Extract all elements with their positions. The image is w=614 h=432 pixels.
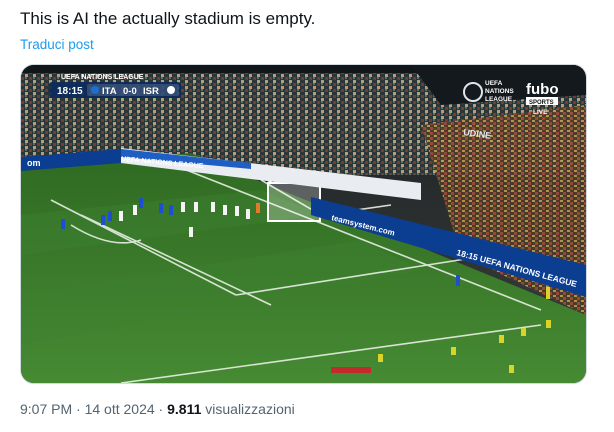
- views-count: 9.811: [167, 401, 202, 417]
- svg-text:LEAGUE: LEAGUE: [485, 96, 513, 103]
- svg-text:om: om: [27, 158, 41, 168]
- svg-text:18:15: 18:15: [57, 86, 83, 97]
- tweet-date[interactable]: 14 ott 2024: [85, 401, 155, 417]
- separator: ·: [158, 401, 164, 417]
- translate-post-link[interactable]: Traduci post: [20, 37, 94, 52]
- tweet-meta: 9:07 PM · 14 ott 2024 · 9.811 visualizza…: [20, 401, 295, 417]
- tweet-timestamp[interactable]: 9:07 PM: [20, 401, 72, 417]
- svg-text:fubo: fubo: [526, 81, 558, 98]
- svg-text:0-0: 0-0: [123, 86, 137, 97]
- svg-text:NATIONS: NATIONS: [485, 88, 514, 95]
- svg-text:UEFA: UEFA: [485, 80, 503, 87]
- views-label: visualizzazioni: [205, 401, 295, 417]
- svg-text:SPORTS: SPORTS: [529, 100, 554, 106]
- svg-text:ITA: ITA: [102, 86, 117, 97]
- separator: ·: [76, 401, 81, 417]
- tweet-media-image[interactable]: om teamsystem.com 18:15 UEFA NATIONS LEA…: [20, 64, 587, 384]
- svg-text:LIVE: LIVE: [533, 109, 548, 116]
- svg-text:ISR: ISR: [143, 86, 159, 97]
- svg-text:UEFA NATIONS LEAGUE: UEFA NATIONS LEAGUE: [61, 74, 144, 81]
- tweet-text: This is AI the actually stadium is empty…: [20, 9, 316, 28]
